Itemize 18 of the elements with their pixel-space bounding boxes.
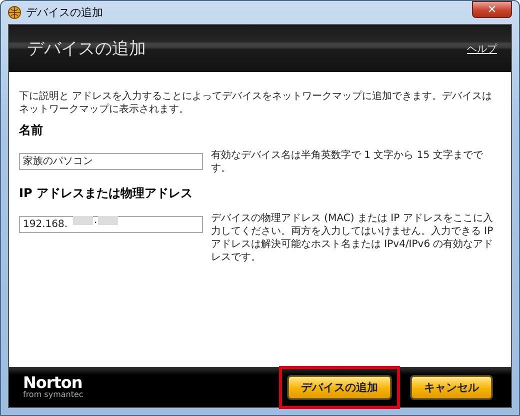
description-text: 下に説明と アドレスを入力することによってデバイスをネットワークマップに追加できます。デバイスはネットワークマップに表示されます。 bbox=[19, 90, 494, 116]
redaction-block bbox=[98, 216, 118, 225]
field-hint: 有効なデバイス名は半角英数字で 1 文字から 15 文字までです。 bbox=[211, 149, 484, 175]
help-link[interactable]: ヘルプ bbox=[467, 42, 497, 56]
logo-subtitle: from symantec bbox=[23, 391, 84, 399]
logo-text: Norton bbox=[23, 375, 82, 391]
cancel-button[interactable]: キャンセル bbox=[411, 376, 492, 398]
dialog-heading: デバイスの追加 bbox=[27, 38, 146, 60]
field-label: 名前 bbox=[19, 122, 44, 139]
field-hint: デバイスの物理アドレス (MAC) または IP アドレスをここに入力してください。両方を入力してはいけません。入力できる IP アドレスは解決可能なホスト名または IPv4/IPv6 の有効なアドレスです。 bbox=[211, 212, 494, 264]
dot-separator: . bbox=[94, 216, 98, 225]
add-device-button[interactable]: デバイスの追加 bbox=[288, 376, 391, 398]
close-button[interactable]: ✕ bbox=[472, 1, 512, 18]
name-field[interactable]: 家族のパソコン bbox=[19, 152, 203, 170]
window-title: デバイスの追加 bbox=[26, 5, 103, 20]
globe-icon bbox=[8, 6, 21, 19]
field-label: IP アドレスまたは物理アドレス bbox=[19, 185, 194, 202]
redaction-block bbox=[73, 216, 93, 225]
